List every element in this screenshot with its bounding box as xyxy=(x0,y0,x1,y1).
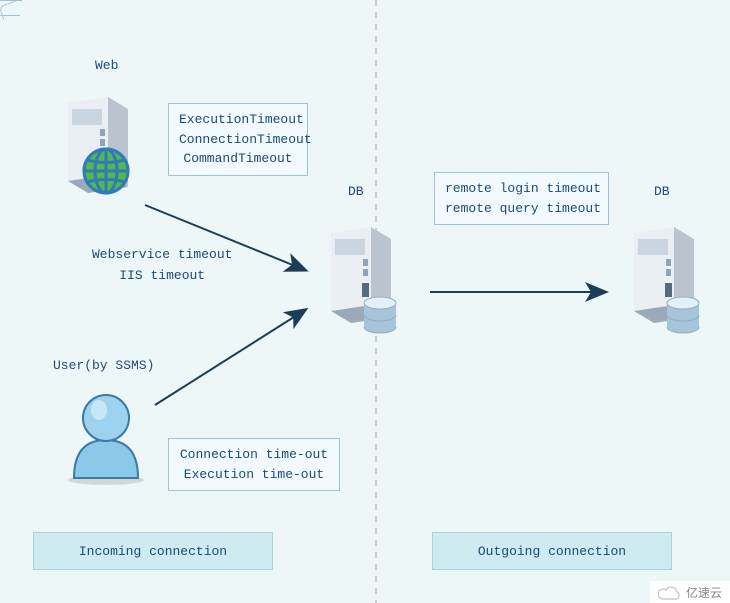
remote-callout-connector xyxy=(0,0,31,20)
web-server-icon xyxy=(50,95,150,205)
db2-server-icon xyxy=(616,225,716,335)
db1-server-icon xyxy=(313,225,413,335)
web-timeouts-callout: ExecutionTimeout ConnectionTimeout Comma… xyxy=(168,103,308,176)
outgoing-connection-box: Outgoing connection xyxy=(432,532,672,570)
webservice-iis-text: Webservice timeout IIS timeout xyxy=(92,245,232,287)
cloud-icon xyxy=(658,585,682,601)
user-timeouts-callout: Connection time-out Execution time-out xyxy=(168,438,340,491)
callout-line: ConnectionTimeout xyxy=(179,130,297,150)
midtext-line: IIS timeout xyxy=(92,266,232,287)
incoming-label: Incoming connection xyxy=(79,544,227,559)
db1-label: DB xyxy=(348,184,364,199)
callout-line: Connection time-out xyxy=(179,445,329,465)
watermark: 亿速云 xyxy=(650,581,730,603)
callout-line: ExecutionTimeout xyxy=(179,110,297,130)
watermark-text: 亿速云 xyxy=(686,584,722,601)
db2-label: DB xyxy=(654,184,670,199)
callout-line: CommandTimeout xyxy=(179,149,297,169)
user-label: User(by SSMS) xyxy=(53,358,154,373)
callout-line: remote login timeout xyxy=(445,179,598,199)
midtext-line: Webservice timeout xyxy=(92,245,232,266)
outgoing-label: Outgoing connection xyxy=(478,544,626,559)
user-icon xyxy=(66,390,151,485)
remote-timeouts-callout: remote login timeout remote query timeou… xyxy=(434,172,609,225)
callout-line: remote query timeout xyxy=(445,199,598,219)
web-label: Web xyxy=(95,58,118,73)
incoming-connection-box: Incoming connection xyxy=(33,532,273,570)
callout-line: Execution time-out xyxy=(179,465,329,485)
arrow-user-db xyxy=(155,310,305,405)
